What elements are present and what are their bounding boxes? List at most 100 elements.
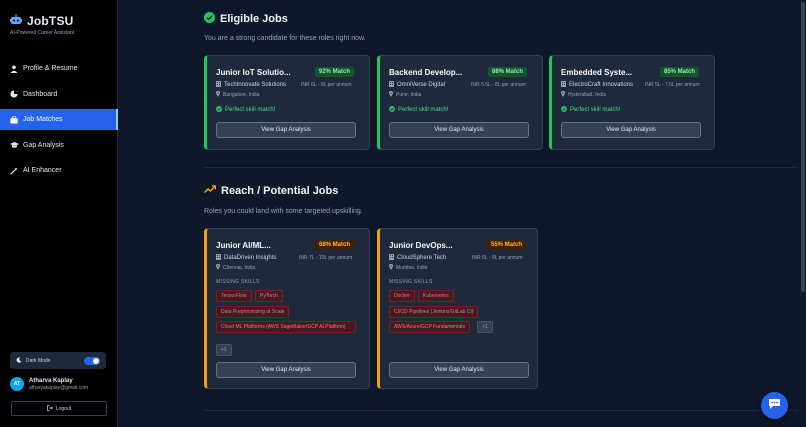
sidebar-item-label: Profile & Resume	[23, 65, 78, 72]
match-badge: 55% Match	[487, 240, 527, 250]
company-name: ElectroCraft Innovations	[561, 81, 633, 89]
logout-label: Logout	[55, 405, 72, 412]
view-gap-analysis-button[interactable]: View Gap Analysis	[216, 122, 356, 138]
perfect-match-note: Perfect skill match!	[389, 106, 448, 114]
map-pin-icon	[389, 263, 393, 272]
brand[interactable]: JobTSU	[10, 12, 74, 30]
sidebar-item-gap-analysis[interactable]: Gap Analysis	[0, 135, 118, 156]
pie-chart-icon	[10, 90, 18, 98]
sidebar: JobTSU AI-Powered Career Assistant Profi…	[0, 0, 118, 427]
logout-icon	[46, 404, 53, 413]
user-name: Atharva Kaplay	[29, 377, 73, 384]
view-gap-analysis-button[interactable]: View Gap Analysis	[561, 122, 701, 138]
trending-up-icon	[203, 185, 217, 197]
location: Chennai, India	[216, 263, 255, 272]
job-title[interactable]: Junior DevOps...	[389, 241, 453, 250]
missing-skill-chip: Kubernetes	[418, 290, 454, 302]
eligible-section-title: Eligible Jobs	[204, 12, 288, 26]
user-icon	[10, 65, 18, 73]
building-icon	[216, 254, 221, 262]
job-card[interactable]: Junior IoT Solutio... 92% Match TechInno…	[204, 55, 370, 150]
salary: INR 5.5L - 8L per annum	[471, 82, 526, 88]
missing-skill-chip: CI/CD Pipelines (Jenkins/GitLab CI)	[389, 306, 479, 318]
view-gap-analysis-button[interactable]: View Gap Analysis	[389, 122, 529, 138]
map-pin-icon	[216, 263, 220, 272]
map-pin-icon	[389, 90, 393, 99]
sidebar-item-dashboard[interactable]: Dashboard	[0, 84, 118, 105]
sidebar-item-ai-enhancer[interactable]: AI Enhancer	[0, 160, 118, 181]
reach-title-text: Reach / Potential Jobs	[221, 185, 339, 197]
salary: INR 7L - 10L per annum	[299, 255, 353, 261]
section-divider	[204, 167, 798, 168]
section-divider	[204, 410, 798, 411]
salary: INR 6L - 9L per annum	[472, 255, 523, 261]
missing-skill-chip: AWS/Azure/GCP Fundamentals	[389, 321, 470, 333]
missing-skill-chip: Cloud ML Platforms (AWS SageMaker/GCP AI…	[216, 321, 356, 333]
company-name: CloudSphere Tech	[389, 254, 446, 262]
scrollbar[interactable]	[800, 0, 806, 427]
missing-skill-chip: Data Preprocessing at Scale	[216, 306, 290, 318]
job-card[interactable]: Junior DevOps... 55% Match CloudSphere T…	[377, 228, 538, 389]
robot-icon	[10, 12, 22, 30]
building-icon	[389, 81, 394, 89]
sidebar-item-label: Dashboard	[23, 90, 58, 98]
job-card[interactable]: Junior AI/ML... 68% Match DataDriven Ins…	[204, 228, 370, 389]
scrollbar-thumb[interactable]	[801, 2, 805, 292]
dark-mode-label: Dark Mode	[26, 357, 51, 364]
match-badge: 68% Match	[315, 240, 355, 250]
location: Mumbai, India	[389, 263, 427, 272]
view-gap-analysis-button[interactable]: View Gap Analysis	[216, 362, 356, 378]
moon-icon	[16, 356, 22, 365]
check-circle-icon	[204, 12, 215, 26]
eligible-title-text: Eligible Jobs	[220, 13, 288, 25]
salary: INR 6L - 9L per annum	[301, 82, 352, 88]
match-badge: 85% Match	[660, 67, 700, 77]
check-circle-icon	[389, 106, 395, 114]
reach-section-title: Reach / Potential Jobs	[203, 185, 339, 197]
company-name: TechInnovate Solutions	[216, 81, 286, 89]
more-skills-chip[interactable]: +1	[216, 344, 232, 356]
job-title[interactable]: Backend Develop...	[389, 68, 462, 77]
job-title[interactable]: Embedded Syste...	[561, 68, 632, 77]
company-name: OmniVerse Digital	[389, 81, 445, 89]
job-card[interactable]: Embedded Syste... 85% Match ElectroCraft…	[549, 55, 715, 150]
briefcase-icon	[10, 115, 18, 124]
job-title[interactable]: Junior IoT Solutio...	[216, 68, 291, 77]
location: Bangalore, India	[216, 90, 259, 99]
salary: INR 5L - 7.5L per annum	[645, 82, 700, 88]
user-profile: AT Atharva Kaplay atharvakaplay@gmail.co…	[10, 377, 88, 391]
missing-skill-chip: PyTorch	[255, 290, 284, 302]
eligible-section-subtitle: You are a strong candidate for these rol…	[204, 35, 366, 42]
dark-mode-toggle[interactable]	[84, 356, 100, 365]
avatar: AT	[10, 377, 24, 391]
sidebar-item-label: Gap Analysis	[23, 141, 64, 149]
map-pin-icon	[561, 90, 565, 99]
graduation-cap-icon	[10, 141, 19, 149]
missing-skills-label: MISSING SKILLS	[389, 279, 433, 285]
perfect-match-note: Perfect skill match!	[561, 106, 620, 114]
job-card[interactable]: Backend Develop... 88% Match OmniVerse D…	[377, 55, 543, 150]
building-icon	[389, 254, 394, 262]
logout-button[interactable]: Logout	[11, 401, 107, 416]
sidebar-item-profile-resume[interactable]: Profile & Resume	[0, 58, 118, 79]
location: Hyderabad, India	[561, 90, 606, 99]
brand-name: JobTSU	[27, 14, 74, 28]
more-skills-chip[interactable]: +1	[477, 321, 493, 333]
chat-button[interactable]	[761, 392, 788, 419]
chat-bubble-icon	[768, 397, 781, 415]
missing-skill-chip: TensorFlow	[216, 290, 252, 302]
job-title[interactable]: Junior AI/ML...	[216, 241, 271, 250]
missing-skill-chip: Docker	[389, 290, 415, 302]
missing-skills-label: MISSING SKILLS	[216, 279, 260, 285]
sidebar-item-job-matches[interactable]: Job Matches	[0, 109, 118, 131]
building-icon	[561, 81, 566, 89]
match-badge: 92% Match	[315, 67, 355, 77]
company-name: DataDriven Insights	[216, 254, 276, 262]
view-gap-analysis-button[interactable]: View Gap Analysis	[389, 362, 529, 378]
reach-section-subtitle: Roles you could land with some targeted …	[204, 208, 363, 215]
location: Pune, India	[389, 90, 421, 99]
map-pin-icon	[216, 90, 220, 99]
magic-wand-icon	[10, 167, 18, 175]
main-content: Eligible Jobs You are a strong candidate…	[118, 0, 806, 427]
check-circle-icon	[216, 106, 222, 114]
